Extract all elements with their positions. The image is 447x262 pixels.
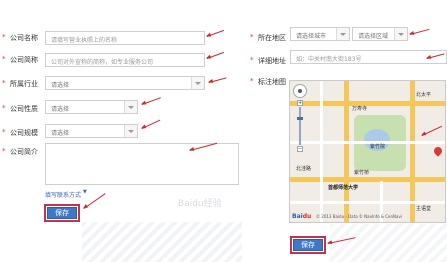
company-intro-textarea[interactable] — [45, 143, 239, 185]
map-road — [290, 177, 445, 182]
map-marker-icon[interactable] — [432, 145, 444, 157]
district-select[interactable]: 请选择区域 — [352, 27, 408, 41]
chevron-down-icon — [124, 101, 137, 113]
chevron-down-icon[interactable]: ▼ — [83, 189, 87, 195]
company-name-input[interactable]: 请填写营业执照上的名称 — [45, 31, 205, 45]
map-place-label: 紫竹院 — [370, 144, 386, 150]
required-mark: * — [2, 147, 6, 155]
chevron-down-icon — [394, 28, 407, 40]
required-mark: * — [2, 79, 6, 87]
company-name-label: 公司名称 — [10, 34, 38, 42]
industry-label: 所属行业 — [10, 80, 38, 88]
company-size-select[interactable]: 请选择 — [45, 124, 138, 138]
company-size-label: 公司规模 — [10, 129, 38, 137]
map-place-label: 北洼路 — [296, 166, 312, 172]
arrow-icon — [83, 193, 106, 209]
company-short-name-input[interactable]: 公司对外宣称的简称，如专业服务公司 — [45, 53, 205, 67]
map-view[interactable]: + − 万寿寺 紫竹院 紫竹桥 首都师范大学 北洼路 北太平 主语堂 Baidu… — [289, 80, 446, 223]
industry-select-value: 请选择 — [51, 82, 70, 89]
map-road — [290, 101, 445, 106]
required-mark: * — [2, 104, 6, 112]
hatch-background — [82, 222, 242, 262]
watermark: Baidu经验 — [178, 199, 222, 209]
company-type-select[interactable]: 请选择 — [45, 100, 138, 114]
required-mark: * — [250, 56, 254, 64]
required-mark: * — [250, 77, 254, 85]
company-intro-label: 公司简介 — [10, 148, 38, 156]
zoom-slider-handle[interactable] — [297, 117, 303, 120]
arrow-icon — [141, 97, 161, 105]
company-type-select-value: 请选择 — [51, 106, 70, 113]
zoom-slider[interactable] — [299, 107, 301, 145]
arrow-icon — [208, 77, 227, 83]
map-place-label: 北太平 — [416, 92, 432, 98]
required-mark: * — [2, 33, 6, 41]
save-button[interactable]: 保存 — [47, 207, 77, 219]
map-copyright: © 2013 Baidu - Data © NavInfo & CenNavi — [316, 214, 402, 219]
address-input[interactable]: 如：中关村南大街183号 — [290, 50, 447, 64]
required-mark: * — [2, 128, 6, 136]
address-label: 详细地址 — [258, 57, 286, 65]
city-select[interactable]: 请选择城市 — [290, 27, 350, 41]
save-button[interactable]: 保存 — [293, 239, 323, 251]
region-label: 所在地区 — [258, 34, 286, 42]
zoom-in-button[interactable]: + — [297, 100, 303, 106]
map-road — [290, 201, 445, 204]
required-mark: * — [250, 33, 254, 41]
fill-contact-link[interactable]: 填写联系方式 — [45, 190, 81, 199]
map-place-label: 紫竹桥 — [354, 170, 370, 176]
zoom-out-button[interactable]: − — [297, 146, 303, 152]
chevron-down-icon — [336, 28, 349, 40]
map-road — [290, 141, 445, 144]
map-place-label: 万寿寺 — [352, 106, 368, 112]
chevron-down-icon — [124, 125, 137, 137]
company-type-label: 公司性质 — [10, 105, 38, 113]
baidu-logo-icon: Baidu — [292, 213, 312, 220]
required-mark: * — [2, 55, 6, 63]
pan-center-icon — [298, 89, 302, 93]
chevron-down-icon — [191, 77, 204, 89]
city-select-value: 请选择城市 — [296, 33, 327, 40]
company-short-name-label: 公司简称 — [10, 56, 38, 64]
industry-select[interactable]: 请选择 — [45, 76, 205, 90]
arrow-icon — [141, 119, 161, 129]
map-label: 标注地图 — [258, 78, 286, 86]
map-place-label: 主语堂 — [416, 206, 432, 212]
arrow-icon — [409, 28, 430, 35]
arrow-icon — [206, 29, 225, 37]
arrow-icon — [206, 51, 225, 59]
district-select-value: 请选择区域 — [358, 33, 389, 40]
map-place-label: 首都师范大学 — [328, 185, 359, 191]
hatch-background — [330, 224, 447, 262]
map-pan-control[interactable] — [293, 84, 307, 98]
company-size-select-value: 请选择 — [51, 130, 70, 137]
